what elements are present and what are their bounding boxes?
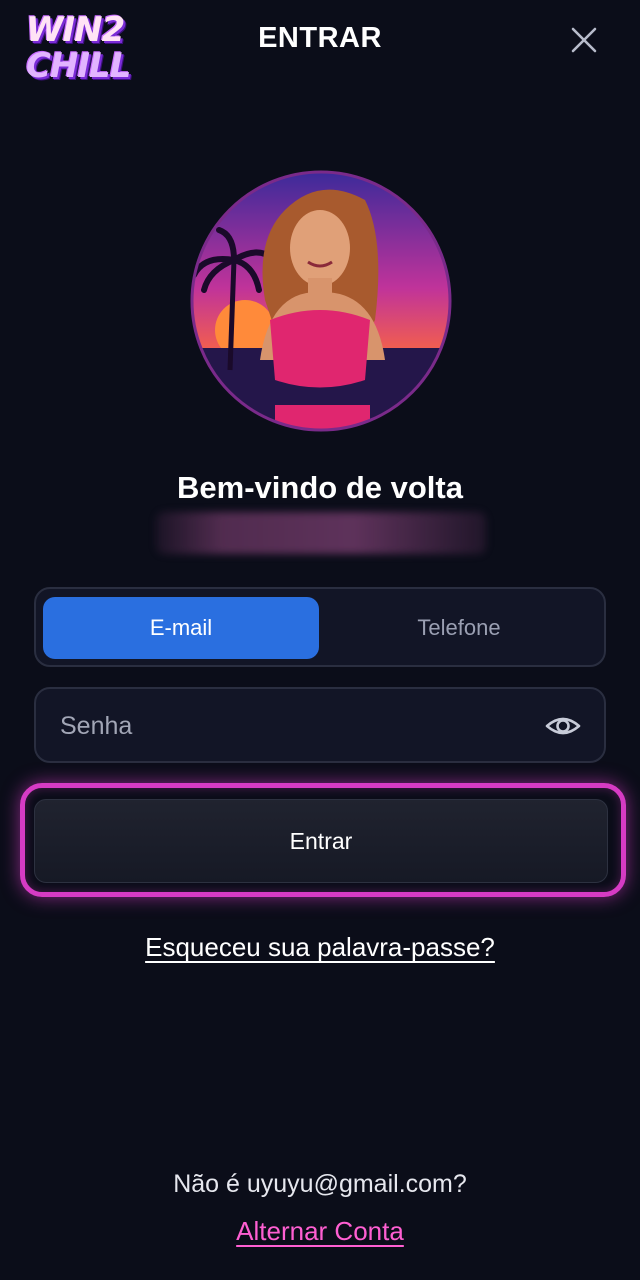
tab-phone[interactable]: Telefone [321, 597, 597, 659]
login-button[interactable]: Entrar [34, 799, 608, 883]
not-you-text: Não é uyuyu@gmail.com? [173, 1170, 467, 1198]
password-field [34, 687, 606, 763]
blurred-username [156, 512, 486, 554]
close-icon[interactable] [566, 22, 602, 58]
eye-icon[interactable] [544, 709, 582, 743]
switch-account-link[interactable]: Alternar Conta [236, 1216, 404, 1246]
tab-email[interactable]: E-mail [43, 597, 319, 659]
login-method-tabs: E-mail Telefone [34, 587, 606, 667]
avatar [190, 170, 452, 432]
switch-account-row: Alternar Conta [0, 1216, 640, 1247]
page-title: ENTRAR [258, 22, 382, 54]
forgot-password-link[interactable]: Esqueceu sua palavra-passe? [145, 932, 495, 962]
welcome-heading: Bem-vindo de volta [177, 470, 463, 505]
password-input[interactable] [58, 689, 532, 763]
header: WIN2 CHILL ENTRAR [0, 0, 640, 90]
forgot-password-row: Esqueceu sua palavra-passe? [0, 932, 640, 963]
